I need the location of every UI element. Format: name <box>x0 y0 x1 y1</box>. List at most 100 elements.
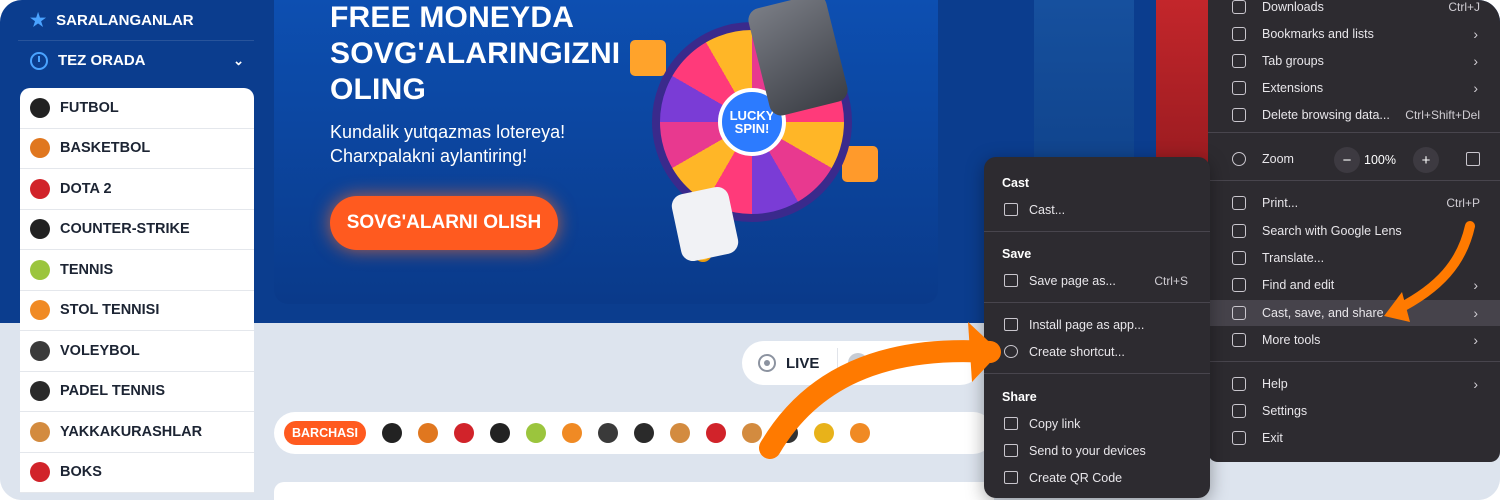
exit-icon <box>1232 431 1246 445</box>
tennis-icon <box>30 259 50 280</box>
chevron-right-icon: › <box>1473 26 1478 42</box>
trash-icon <box>1232 108 1246 122</box>
sports-list: FUTBOL BASKETBOL DOTA 2 COUNTER-STRIKE TENNI… <box>20 88 254 493</box>
save-section-header: Save <box>1002 247 1032 261</box>
sidebar-sport-item[interactable]: BASKETBOL <box>20 129 254 169</box>
gear-icon <box>1232 404 1246 418</box>
menu-item-more-tools[interactable]: More tools › <box>1208 327 1500 353</box>
volleyball-icon[interactable] <box>597 423 618 443</box>
martial-arts-icon[interactable] <box>669 423 690 443</box>
promo-banner[interactable]: FREE MONEYDA SOVG'ALARINGIZNI OLING Kund… <box>274 0 938 304</box>
sidebar-coming-soon[interactable]: TEZ ORADA ⌄ <box>18 40 254 80</box>
sidebar-sport-item[interactable]: PADEL TENNIS <box>20 372 254 412</box>
zoom-icon <box>1232 152 1246 166</box>
sport-label: VOLEYBOL <box>60 342 140 359</box>
menu-item-help[interactable]: Help › <box>1208 371 1500 397</box>
football-icon[interactable] <box>381 423 402 443</box>
menu-item-bookmarks-and-lists[interactable]: Bookmarks and lists › <box>1208 21 1500 47</box>
menu-item-downloads[interactable]: Downloads Ctrl+J <box>1208 0 1500 20</box>
copy-link-menu-item[interactable]: Copy link <box>984 411 1210 437</box>
menu-item-search-with-google-lens[interactable]: Search with Google Lens <box>1208 218 1500 244</box>
cast-menu-item[interactable]: Cast... <box>984 197 1210 223</box>
sidebar-sport-item[interactable]: VOLEYBOL <box>20 331 254 372</box>
qr-code-menu-item[interactable]: Create QR Code <box>984 465 1210 491</box>
menu-item-settings[interactable]: Settings <box>1208 398 1500 424</box>
menu-item-extensions[interactable]: Extensions › <box>1208 75 1500 101</box>
menu-item-tab-groups[interactable]: Tab groups › <box>1208 48 1500 74</box>
qr-code-label: Create QR Code <box>1029 471 1123 485</box>
chevron-down-icon: ⌄ <box>233 53 244 68</box>
share-section-header: Share <box>1002 390 1037 404</box>
sidebar-sport-item[interactable]: DOTA 2 <box>20 169 254 210</box>
screenshot-frame: ★ SARALANGANLAR TEZ ORADA ⌄ FUTBOL BASKET… <box>0 0 1500 500</box>
sport-label: YAKKAKURASHLAR <box>60 423 203 440</box>
dota2-icon[interactable] <box>453 423 474 443</box>
cast-save-icon <box>1232 306 1246 320</box>
save-shortcut: Ctrl+S <box>1154 274 1188 288</box>
menu-divider <box>984 302 1210 303</box>
menu-item-label: Cast, save, and share <box>1262 306 1384 320</box>
sidebar-sport-item[interactable]: FUTBOL <box>20 88 254 129</box>
menu-item-label: Delete browsing data... <box>1262 108 1390 122</box>
zoom-in-button[interactable]: + <box>1413 147 1439 173</box>
other-sport-icon[interactable] <box>849 423 870 443</box>
banner-subtitle: Kundalik yutqazmas lotereya! Charxpalakn… <box>330 122 566 166</box>
menu-divider <box>1208 180 1500 181</box>
clock-icon <box>30 51 48 70</box>
sidebar-sport-item[interactable]: YAKKAKURASHLAR <box>20 412 254 453</box>
filter-all-button[interactable]: BARCHASI <box>284 421 366 445</box>
chevron-right-icon: › <box>1473 376 1478 392</box>
table-tennis-icon[interactable] <box>561 423 582 443</box>
get-gifts-button[interactable]: SOVG'ALARNI OLISH <box>330 196 558 250</box>
cast-section-header: Cast <box>1002 176 1030 190</box>
event-row[interactable] <box>274 482 994 500</box>
sidebar-sport-item[interactable]: BOKS <box>20 453 254 493</box>
menu-item-label: Downloads <box>1262 0 1324 14</box>
install-app-menu-item[interactable]: Install page as app... <box>984 312 1210 338</box>
boxing-icon <box>30 462 50 483</box>
menu-shortcut: Ctrl+P <box>1446 196 1480 210</box>
futsal-icon[interactable] <box>813 423 834 443</box>
menu-divider <box>984 231 1210 232</box>
sidebar-sport-item[interactable]: TENNIS <box>20 250 254 291</box>
menu-item-find-and-edit[interactable]: Find and edit › <box>1208 272 1500 298</box>
football-icon <box>30 97 50 118</box>
menu-item-label: Tab groups <box>1262 54 1324 68</box>
fullscreen-icon[interactable] <box>1466 152 1480 166</box>
menu-item-label: Bookmarks and lists <box>1262 27 1374 41</box>
sport-label: STOL TENNISI <box>60 302 160 319</box>
live-broadcast-icon <box>758 354 776 372</box>
create-shortcut-menu-item[interactable]: Create shortcut... <box>984 339 1210 365</box>
menu-item-cast-save-and-share[interactable]: Cast, save, and share › <box>1208 300 1500 326</box>
sidebar-sport-item[interactable]: STOL TENNISI <box>20 291 254 331</box>
menu-item-delete-browsing-data[interactable]: Delete browsing data... Ctrl+Shift+Del <box>1208 102 1500 128</box>
menu-divider <box>1208 132 1500 133</box>
tennis-icon[interactable] <box>525 423 546 443</box>
sidebar-favorites[interactable]: ★ SARALANGANLAR <box>18 0 254 40</box>
boxing-icon[interactable] <box>705 423 726 443</box>
sport-label: COUNTER-STRIKE <box>60 221 190 238</box>
menu-item-print[interactable]: Print... Ctrl+P <box>1208 190 1500 216</box>
mma-icon[interactable] <box>741 423 762 443</box>
download-icon <box>1232 0 1246 14</box>
menu-item-exit[interactable]: Exit <box>1208 425 1500 451</box>
padel-icon[interactable] <box>633 423 654 443</box>
send-to-devices-menu-item[interactable]: Send to your devices <box>984 438 1210 464</box>
menu-divider <box>984 373 1210 374</box>
send-devices-label: Send to your devices <box>1029 444 1146 458</box>
coming-soon-label: TEZ ORADA <box>58 52 146 69</box>
football-icon[interactable] <box>848 353 869 373</box>
counter-strike-icon[interactable] <box>489 423 510 443</box>
save-page-menu-item[interactable]: Save page as... Ctrl+S <box>984 268 1210 294</box>
menu-item-translate[interactable]: Translate... <box>1208 245 1500 271</box>
live-toggle[interactable]: LIVE <box>742 341 982 385</box>
qr-code-icon <box>1004 471 1018 484</box>
chevron-right-icon: › <box>1473 80 1478 96</box>
sidebar-sport-item[interactable]: COUNTER-STRIKE <box>20 210 254 250</box>
zoom-out-button[interactable]: − <box>1334 147 1360 173</box>
basketball-icon[interactable] <box>417 423 438 443</box>
favorites-label: SARALANGANLAR <box>56 11 194 29</box>
link-icon <box>1004 417 1018 430</box>
browser-main-menu: Downloads Ctrl+J Bookmarks and lists › Tab g… <box>1208 0 1500 462</box>
hockey-icon[interactable] <box>777 423 798 443</box>
